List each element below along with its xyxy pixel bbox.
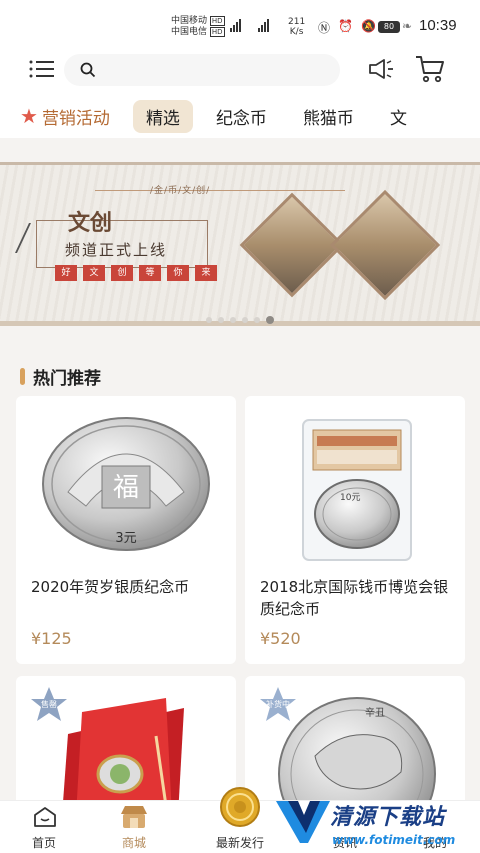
carousel-dot	[242, 317, 248, 323]
svg-text:辛丑: 辛丑	[365, 706, 385, 719]
svg-text:3元: 3元	[115, 531, 136, 546]
clock: 10:39	[419, 17, 457, 34]
tab-featured[interactable]: 精选	[132, 99, 193, 133]
mute-icon: 🔕	[360, 19, 376, 33]
search-input[interactable]	[64, 54, 340, 86]
watermark: 清源下载站 www.fotimeit.com	[270, 793, 480, 853]
product-card[interactable]: 福 3元 2020年贺岁银质纪念币 ¥125	[16, 396, 236, 664]
coin-icon	[220, 787, 260, 827]
product-card[interactable]: 10元 2018北京国际钱币博览会银质纪念币 ¥520	[245, 396, 465, 664]
alarm-icon: ⏰	[338, 19, 353, 33]
product-price: ¥520	[260, 629, 301, 648]
nfc-icon: Ⓝ	[318, 21, 331, 35]
tab-cultural[interactable]: 文	[377, 100, 420, 133]
sold-out-badge: 售罄	[30, 686, 68, 722]
product-name: 2020年贺岁银质纪念币	[31, 578, 190, 596]
product-image: 福 3元	[42, 417, 210, 551]
battery-icon: 80	[378, 21, 400, 33]
section-title: 热门推荐	[33, 369, 101, 389]
carousel-dot	[206, 317, 212, 323]
signal-icon	[230, 18, 241, 32]
banner-title: 文创	[68, 210, 113, 236]
promo-banner[interactable]: /金/币/文/创/ 文创 频道正式上线 好 文 创 等 你 来	[0, 162, 480, 326]
svg-text:福: 福	[113, 473, 139, 503]
announcement-icon[interactable]	[366, 57, 396, 81]
carousel-dot	[254, 317, 260, 323]
app-header	[0, 44, 480, 94]
carousel-dot-active	[266, 316, 274, 324]
search-icon	[80, 62, 96, 78]
tab-panda-coins[interactable]: 熊猫币	[290, 100, 367, 133]
leaf-icon: ❧	[402, 19, 413, 33]
watermark-title: 清源下载站	[330, 805, 446, 830]
menu-icon[interactable]	[29, 59, 55, 79]
tab-commemorative-coins[interactable]: 纪念币	[203, 100, 280, 133]
product-price: ¥125	[31, 629, 72, 648]
carousel-indicator	[0, 316, 480, 324]
status-bar: 中国移动 HD 中国电信 HD 211 K/s Ⓝ ⏰ 🔕 80 ❧ 10:39	[0, 0, 480, 44]
carousel-dot	[218, 317, 224, 323]
section-header: 热门推荐	[20, 364, 101, 389]
carousel-dot	[230, 317, 236, 323]
carrier-info: 中国移动 HD 中国电信 HD	[171, 16, 225, 37]
banner-seals: 好 文 创 等 你 来	[55, 265, 217, 281]
product-card[interactable]: 售罄	[16, 676, 236, 816]
shop-icon	[121, 806, 147, 828]
tab-marketing[interactable]: ★ 营销活动	[6, 100, 123, 133]
svg-text:10元: 10元	[340, 493, 360, 503]
restocking-badge: 补货中	[259, 686, 297, 722]
watermark-url: www.fotimeit.com	[332, 833, 456, 847]
watermark-logo-icon	[276, 801, 330, 843]
product-image: 10元	[302, 419, 412, 561]
home-icon	[34, 807, 56, 827]
product-name: 2018北京国际钱币博览会银质纪念币	[260, 578, 449, 618]
category-tabs: ★ 营销活动 精选 纪念币 熊猫币 文	[0, 94, 480, 138]
net-speed: 211 K/s	[288, 17, 306, 37]
cart-icon[interactable]	[414, 54, 446, 84]
star-icon: ★	[20, 104, 38, 128]
banner-tag: /金/币/文/创/	[150, 186, 211, 196]
banner-subtitle: 频道正式上线	[65, 241, 168, 259]
signal-icon	[258, 18, 269, 32]
